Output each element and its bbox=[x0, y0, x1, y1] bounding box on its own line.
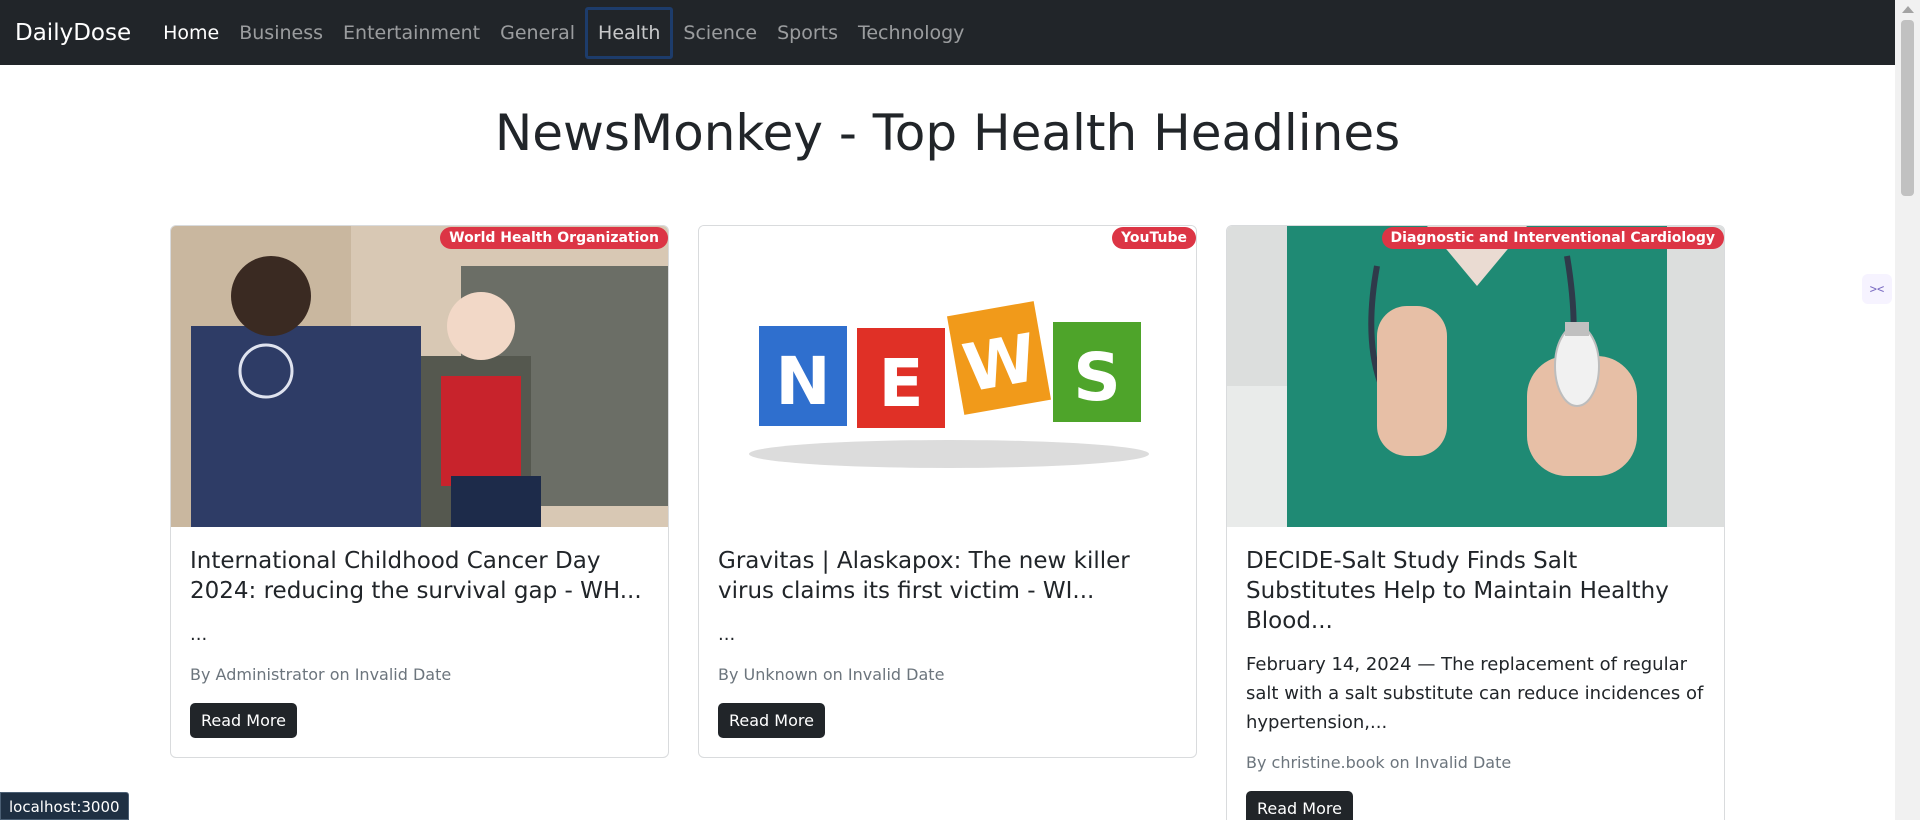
card-author-date: By Unknown on Invalid Date bbox=[718, 665, 945, 684]
card-title: Gravitas | Alaskapox: The new killer vir… bbox=[718, 548, 1130, 604]
source-badge: World Health Organization bbox=[440, 227, 668, 249]
svg-text:N: N bbox=[775, 343, 830, 420]
read-more-button[interactable]: Read More bbox=[1246, 791, 1353, 820]
card-author-date: By christine.book on Invalid Date bbox=[1246, 753, 1512, 772]
source-badge: YouTube bbox=[1112, 227, 1196, 249]
navbar: DailyDose Home Business Entertainment Ge… bbox=[0, 0, 1895, 65]
scroll-up-arrow-icon[interactable] bbox=[1902, 6, 1914, 13]
nav-link-technology[interactable]: Technology bbox=[848, 7, 974, 59]
card-description: ... bbox=[718, 624, 736, 645]
news-blocks-photo: N E W S YouTube bbox=[699, 226, 1196, 527]
read-more-button[interactable]: Read More bbox=[190, 703, 297, 738]
nav-link-home[interactable]: Home bbox=[153, 7, 229, 59]
code-icon[interactable]: >< bbox=[1862, 274, 1892, 304]
page-title: NewsMonkey - Top Health Headlines bbox=[494, 104, 1401, 162]
doctor-salt-photo: Diagnostic and Interventional Cardiology bbox=[1227, 226, 1724, 527]
nav-link-sports[interactable]: Sports bbox=[767, 7, 848, 59]
card-description: ... bbox=[190, 624, 208, 645]
nav-link-science[interactable]: Science bbox=[673, 7, 767, 59]
nav-link-business[interactable]: Business bbox=[229, 7, 333, 59]
nav-link-general[interactable]: General bbox=[490, 7, 585, 59]
svg-text:W: W bbox=[957, 319, 1042, 407]
svg-text:S: S bbox=[1073, 339, 1121, 416]
news-card: N E W S YouTube Gravitas | Alaskapox: Th… bbox=[698, 225, 1197, 758]
svg-text:E: E bbox=[878, 345, 923, 422]
scrollbar-thumb[interactable] bbox=[1901, 20, 1914, 196]
source-badge: Diagnostic and Interventional Cardiology bbox=[1381, 227, 1724, 249]
card-author-date: By Administrator on Invalid Date bbox=[190, 665, 452, 684]
card-title: DECIDE-Salt Study Finds Salt Substitutes… bbox=[1246, 548, 1669, 634]
card-title: International Childhood Cancer Day 2024:… bbox=[190, 548, 642, 604]
nav-link-entertainment[interactable]: Entertainment bbox=[333, 7, 490, 59]
vertical-scrollbar[interactable] bbox=[1895, 0, 1920, 820]
card-description: February 14, 2024 — The replacement of r… bbox=[1246, 654, 1704, 733]
status-bar-url: localhost:3000 bbox=[0, 792, 129, 820]
navbar-brand[interactable]: DailyDose bbox=[15, 20, 131, 46]
read-more-button[interactable]: Read More bbox=[718, 703, 825, 738]
news-card: Diagnostic and Interventional Cardiology… bbox=[1226, 225, 1725, 820]
news-card: World Health Organization International … bbox=[170, 225, 669, 758]
nav-link-health[interactable]: Health bbox=[585, 6, 674, 59]
who-photo: World Health Organization bbox=[171, 226, 668, 527]
